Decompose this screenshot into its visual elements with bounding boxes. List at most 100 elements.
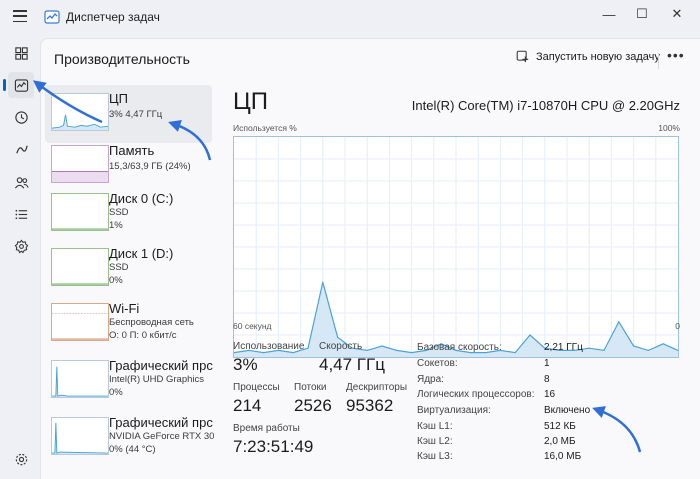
- usage-data-point: [366, 349, 368, 351]
- spec-value: 16: [544, 389, 556, 400]
- threads-value: 2526: [294, 396, 332, 415]
- resource-type: NVIDIA GeForce RTX 30: [109, 431, 215, 442]
- close-button[interactable]: ✕: [662, 4, 692, 24]
- run-task-icon: [516, 50, 529, 63]
- resource-detail: 1%: [109, 220, 123, 231]
- usage-data-point: [337, 336, 339, 338]
- startup-icon[interactable]: [8, 136, 34, 162]
- services-icon[interactable]: [8, 233, 34, 259]
- resource-detail: 0%: [109, 387, 123, 398]
- resource-item-disk0[interactable]: Диск 0 (C:) SSD 1%: [45, 185, 212, 243]
- resource-item-cpu[interactable]: ЦП 3% 4,47 ГГц: [45, 85, 212, 143]
- resource-type: Беспроводная сеть: [109, 317, 194, 328]
- title-bar: Диспетчер задач — ☐ ✕: [0, 0, 700, 34]
- resource-type: Intel(R) UHD Graphics: [109, 374, 205, 385]
- panel-header: Производительность Запустить новую задач…: [41, 39, 700, 81]
- resource-name: Диск 1 (D:): [109, 246, 174, 261]
- usage-data-point: [588, 347, 590, 349]
- task-manager-app-icon: [44, 10, 60, 24]
- cpu-thumbnail-graph: [51, 93, 109, 131]
- virtualization-value: Включено: [544, 405, 591, 416]
- main-panel: Производительность Запустить новую задач…: [40, 38, 700, 479]
- usage-label: Использование: [233, 341, 305, 352]
- speed-label: Скорость: [319, 341, 363, 352]
- processes-label: Процессы: [233, 382, 280, 393]
- usage-data-point: [322, 281, 324, 283]
- app-history-icon[interactable]: [8, 104, 34, 130]
- uptime-label: Время работы: [233, 423, 300, 434]
- wifi-thumbnail-graph: [51, 303, 109, 341]
- resource-name: Графический прс: [109, 358, 213, 373]
- menu-icon[interactable]: [13, 10, 27, 22]
- spec-value: 16,0 МБ: [544, 451, 582, 462]
- more-options-button[interactable]: •••: [667, 47, 685, 63]
- resource-item-wifi[interactable]: Wi-Fi Беспроводная сеть О: 0 П: 0 кбит/с: [45, 295, 212, 353]
- usage-data-point: [603, 349, 605, 351]
- usage-axis-label: Используется %: [233, 123, 297, 133]
- window-title: Диспетчер задач: [66, 10, 160, 24]
- handles-label: Дескрипторы: [346, 382, 408, 393]
- min-percent-label: 0: [675, 321, 680, 331]
- cpu-heading: ЦП: [233, 88, 269, 115]
- usage-data-point: [618, 321, 620, 323]
- resource-detail: О: 0 П: 0 кбит/с: [109, 330, 177, 341]
- resource-detail: 0%: [109, 275, 123, 286]
- resource-item-gpu1[interactable]: Графический прс NVIDIA GeForce RTX 30 0%…: [45, 409, 215, 467]
- resource-name: Диск 0 (C:): [109, 191, 174, 206]
- minimize-button[interactable]: —: [594, 4, 624, 24]
- processes-icon[interactable]: [8, 40, 34, 66]
- resource-item-gpu0[interactable]: Графический прс Intel(R) UHD Graphics 0%: [45, 352, 213, 410]
- spec-key: Кэш L1:: [417, 421, 453, 432]
- threads-label: Потоки: [294, 382, 327, 393]
- resource-detail: 3% 4,47 ГГц: [109, 109, 163, 120]
- usage-data-point: [292, 352, 294, 354]
- resource-name: ЦП: [109, 91, 128, 106]
- usage-data-point: [396, 349, 398, 351]
- spec-value: 512 КБ: [544, 421, 576, 432]
- settings-icon[interactable]: [8, 446, 34, 472]
- resource-name: Графический прс: [109, 415, 213, 430]
- usage-data-point: [381, 345, 383, 347]
- usage-data-point: [411, 352, 413, 354]
- spec-key: Базовая скорость:: [417, 342, 502, 353]
- speed-value: 4,47 ГГц: [319, 355, 385, 374]
- spec-key: Сокетов:: [417, 358, 458, 369]
- usage-data-point: [662, 343, 664, 345]
- spec-key: Логических процессоров:: [417, 389, 535, 400]
- usage-data-point: [647, 349, 649, 351]
- time-span-label: 60 секунд: [233, 321, 272, 331]
- resource-item-disk1[interactable]: Диск 1 (D:) SSD 0%: [45, 240, 212, 298]
- disk0-thumbnail-graph: [51, 193, 109, 231]
- spec-value: 1: [544, 358, 550, 369]
- usage-data-point: [263, 352, 265, 354]
- resource-name: Wi-Fi: [109, 301, 140, 316]
- maximize-button[interactable]: ☐: [627, 4, 657, 24]
- users-icon[interactable]: [8, 169, 34, 195]
- usage-data-point: [633, 345, 635, 347]
- run-new-task-button[interactable]: Запустить новую задачу: [516, 50, 660, 63]
- disk1-thumbnail-graph: [51, 248, 109, 286]
- spec-key: Кэш L2:: [417, 436, 453, 447]
- resource-detail: 0% (44 °C): [109, 444, 156, 455]
- max-percent-label: 100%: [658, 123, 680, 133]
- cpu-usage-chart: [233, 137, 679, 357]
- usage-data-point: [514, 352, 516, 354]
- resource-type: SSD: [109, 207, 129, 218]
- details-icon[interactable]: [8, 201, 34, 227]
- handles-value: 95362: [346, 396, 394, 415]
- run-task-label: Запустить новую задачу: [536, 50, 660, 63]
- uptime-value: 7:23:51:49: [233, 437, 314, 456]
- gpu0-thumbnail-graph: [51, 360, 109, 398]
- spec-value: 2,21 ГГц: [544, 342, 583, 353]
- memory-thumbnail-graph: [51, 145, 109, 183]
- page-title: Производительность: [54, 51, 190, 67]
- resource-type: SSD: [109, 262, 129, 273]
- resource-detail: 15,3/63,9 ГБ (24%): [109, 161, 191, 172]
- usage-value: 3%: [233, 355, 258, 374]
- usage-data-point: [307, 347, 309, 349]
- header-divider: [658, 53, 659, 69]
- resource-name: Память: [109, 143, 155, 158]
- performance-icon[interactable]: [3, 72, 34, 98]
- gpu1-thumbnail-graph: [51, 417, 109, 455]
- spec-key: Виртуализация:: [417, 405, 491, 416]
